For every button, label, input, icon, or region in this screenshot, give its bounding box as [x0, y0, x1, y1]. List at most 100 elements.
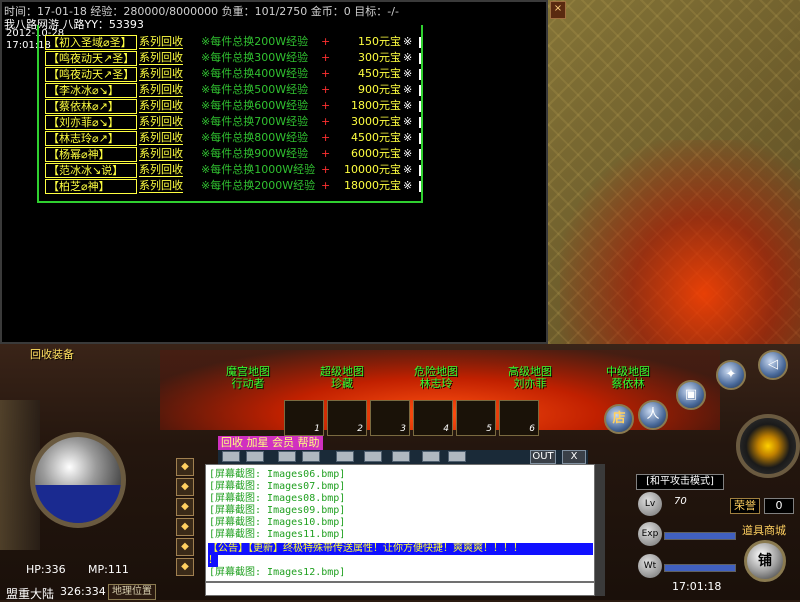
side-button-3[interactable]: ◆: [176, 498, 194, 516]
item-series-name[interactable]: 【范冰冰↘说】: [45, 163, 137, 178]
chat-input[interactable]: [205, 582, 595, 596]
side-button-2[interactable]: ◆: [176, 478, 194, 496]
item-series-name[interactable]: 【刘亦菲⌀↘】: [45, 115, 137, 130]
chat-tool-9[interactable]: [448, 451, 466, 462]
chat-close-button[interactable]: X: [562, 450, 586, 464]
slot-number: 6: [529, 424, 535, 434]
tail-mark: ※: [403, 179, 413, 192]
item-slot[interactable]: 4: [413, 400, 453, 436]
stall-button[interactable]: 铺: [744, 540, 786, 582]
chat-tool-7[interactable]: [392, 451, 410, 462]
recycle-row: 【范冰冰↘说】 系列回收 ※每件总换1000W经验 +10000元宝 ※: [39, 163, 421, 179]
tail-mark: ※: [403, 163, 413, 176]
recycle-link[interactable]: 系列回收: [139, 147, 183, 161]
chat-tool-8[interactable]: [422, 451, 440, 462]
exp-reward: ※每件总换700W经验: [201, 115, 309, 128]
recycle-link[interactable]: 系列回收: [139, 179, 183, 193]
tail-mark: ※: [403, 147, 413, 160]
plus-sign: +: [321, 147, 331, 160]
item-slot[interactable]: 6: [499, 400, 539, 436]
hp-readout: HP:336: [26, 563, 66, 576]
yuanbao-reward: 300元宝: [358, 51, 401, 64]
chat-tool-6[interactable]: [364, 451, 382, 462]
skill-button[interactable]: ✦: [716, 360, 746, 390]
map-name: 盟重大陆: [6, 587, 55, 601]
recycle-row: 【鸣夜动天↗圣】 系列回收 ※每件总换400W经验 +450元宝 ※: [39, 67, 421, 83]
geo-location-button[interactable]: 地理位置: [108, 584, 156, 600]
recycle-link[interactable]: 系列回收: [139, 163, 183, 177]
map-teleport-button[interactable]: 魔宫地图 行动者: [216, 366, 280, 390]
hp-mp-orb: [30, 432, 126, 528]
recycle-link[interactable]: 系列回收: [139, 99, 183, 113]
window-close-button[interactable]: ×: [550, 1, 566, 19]
attack-mode-indicator[interactable]: [和平攻击模式]: [636, 474, 724, 490]
chat-tool-1[interactable]: [222, 451, 240, 462]
honor-value: 0: [764, 498, 794, 514]
chat-out-button[interactable]: OUT: [530, 450, 556, 464]
item-series-name[interactable]: 【林志玲⌀↗】: [45, 131, 137, 146]
chat-line: [屏幕截图: Images06.bmp]: [209, 469, 346, 480]
announcement-continuation: ！: [208, 555, 218, 567]
exp-reward: ※每件总换900W经验: [201, 147, 309, 160]
recycle-link[interactable]: 系列回收: [139, 83, 183, 97]
bag-button[interactable]: ▣: [676, 380, 706, 410]
item-slot[interactable]: 1: [284, 400, 324, 436]
chat-tool-3[interactable]: [278, 451, 296, 462]
side-button-4[interactable]: ◆: [176, 518, 194, 536]
recycle-link[interactable]: 系列回收: [139, 51, 183, 65]
map-teleport-button[interactable]: 超级地图 珍藏: [310, 366, 374, 390]
plus-sign: +: [321, 51, 331, 64]
tail-mark: ※: [403, 83, 413, 96]
shop-button[interactable]: 店: [604, 404, 634, 434]
item-slot[interactable]: 3: [370, 400, 410, 436]
map-teleport-button[interactable]: 危险地图 林志玲: [404, 366, 468, 390]
item-series-name[interactable]: 【柏芝⌀神】: [45, 179, 137, 194]
item-slot[interactable]: 2: [327, 400, 367, 436]
item-slot[interactable]: 5: [456, 400, 496, 436]
side-button-6[interactable]: ◆: [176, 558, 194, 576]
item-series-name[interactable]: 【李冰冰⌀↘】: [45, 83, 137, 98]
chat-scrollbar[interactable]: [595, 464, 605, 596]
sound-icon[interactable]: ◁: [758, 350, 788, 380]
item-series-name[interactable]: 【鸣夜动天↗圣】: [45, 67, 137, 82]
chat-tool-2[interactable]: [246, 451, 264, 462]
chat-tool-5[interactable]: [336, 451, 354, 462]
chat-menu[interactable]: 回收 加星 会员 帮助: [218, 436, 323, 450]
item-series-name[interactable]: 【鸣夜动天↗圣】: [45, 51, 137, 66]
plus-sign: +: [321, 131, 331, 144]
recycle-row: 【刘亦菲⌀↘】 系列回收 ※每件总换700W经验 +3000元宝 ※: [39, 115, 421, 131]
slot-number: 5: [486, 424, 492, 434]
chat-log[interactable]: [屏幕截图: Images06.bmp] [屏幕截图: Images07.bmp]…: [205, 464, 595, 582]
recycle-link[interactable]: 系列回收: [139, 67, 183, 81]
exp-reward: ※每件总换200W经验: [201, 35, 309, 48]
tail-mark: ※: [403, 67, 413, 80]
yuanbao-reward: 1800元宝: [351, 99, 401, 112]
side-button-1[interactable]: ◆: [176, 458, 194, 476]
plus-sign: +: [321, 99, 331, 112]
map-teleport-button[interactable]: 高级地图 刘亦菲: [498, 366, 562, 390]
yuanbao-reward: 18000元宝: [344, 179, 401, 192]
item-series-name[interactable]: 【初入圣域⌀圣】: [45, 35, 137, 50]
recycle-link[interactable]: 系列回收: [139, 35, 183, 49]
slot-number: 1: [314, 424, 320, 434]
recycle-row: 【林志玲⌀↗】 系列回收 ※每件总换800W经验 +4500元宝 ※: [39, 131, 421, 147]
item-series-name[interactable]: 【蔡依林⌀↗】: [45, 99, 137, 114]
recycle-link[interactable]: 系列回收: [139, 115, 183, 129]
row-end-bar: [419, 165, 421, 176]
side-button-5[interactable]: ◆: [176, 538, 194, 556]
row-end-bar: [419, 53, 421, 64]
exp-reward: ※每件总换500W经验: [201, 83, 309, 96]
chat-line: [屏幕截图: Images07.bmp]: [209, 481, 346, 492]
yuanbao-reward: 3000元宝: [351, 115, 401, 128]
recycle-row: 【蔡依林⌀↗】 系列回收 ※每件总换600W经验 +1800元宝 ※: [39, 99, 421, 115]
item-mall-link[interactable]: 道具商城: [742, 522, 786, 538]
character-button[interactable]: 人: [638, 400, 668, 430]
recycle-equipment-title[interactable]: 回收装备: [30, 346, 74, 362]
exp-reward: ※每件总换300W经验: [201, 51, 309, 64]
tail-mark: ※: [403, 131, 413, 144]
map-teleport-button[interactable]: 中级地图 蔡依林: [596, 366, 660, 390]
item-series-name[interactable]: 【杨幂⌀神】: [45, 147, 137, 162]
exp-reward: ※每件总换800W经验: [201, 131, 309, 144]
chat-tool-4[interactable]: [302, 451, 320, 462]
recycle-link[interactable]: 系列回收: [139, 131, 183, 145]
